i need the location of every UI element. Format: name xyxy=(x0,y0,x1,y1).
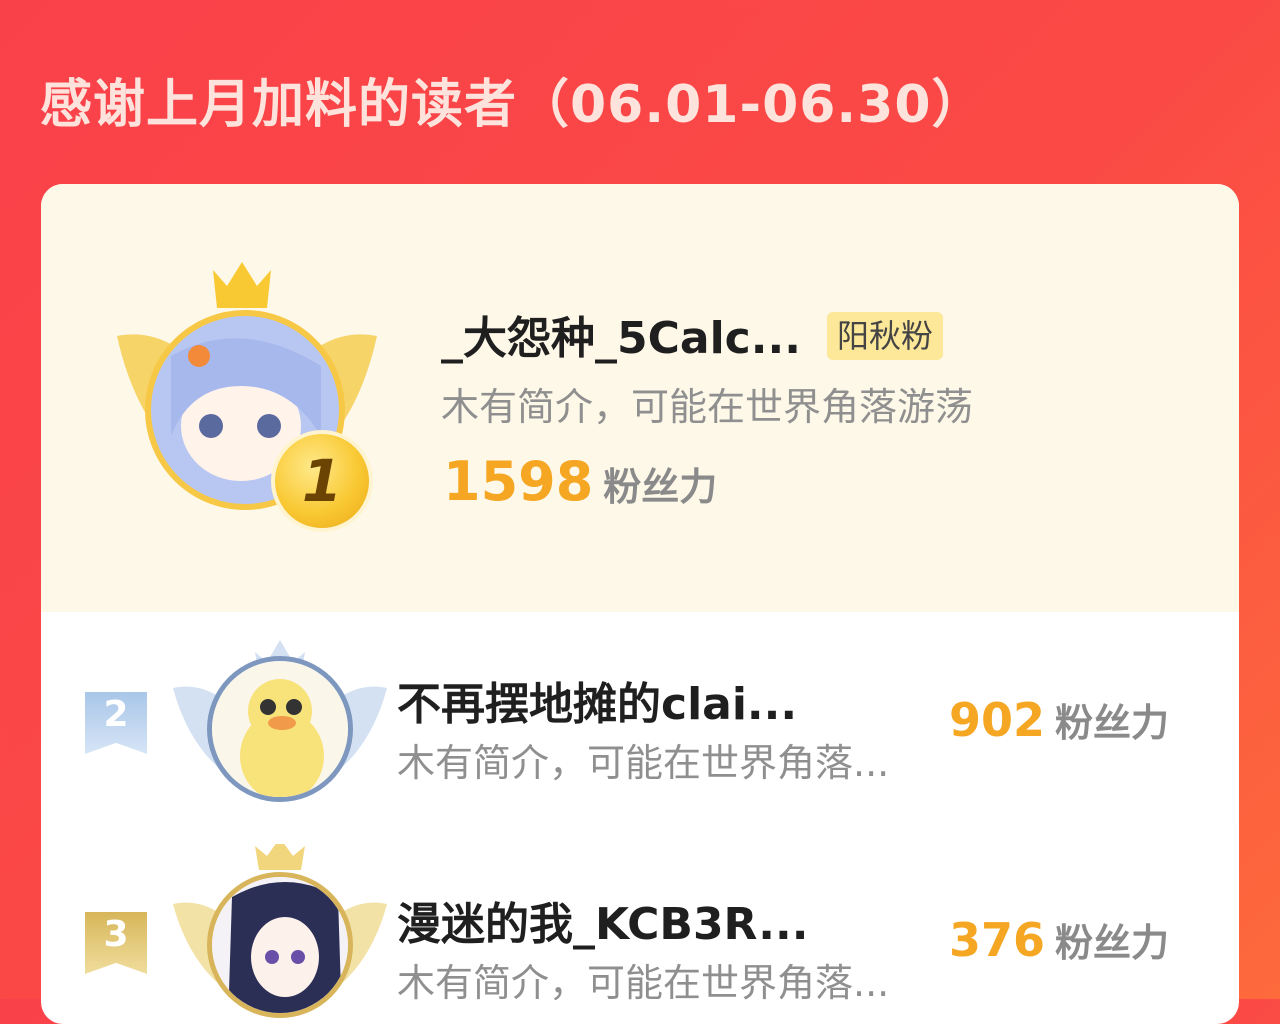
page-title: 感谢上月加料的读者（06.01-06.30） xyxy=(40,75,985,135)
crown-icon xyxy=(213,262,271,308)
reader-name[interactable]: _大怨种_5Calc... xyxy=(441,302,801,366)
fan-power-value: 902 xyxy=(948,693,1045,747)
fan-power-value: 1598 xyxy=(443,450,594,513)
avatar[interactable] xyxy=(207,872,353,1018)
rank-flag: 3 xyxy=(85,912,147,974)
reader-name[interactable]: 漫迷的我_KCB3R... xyxy=(397,888,808,952)
reader-bio: 木有简介，可能在世界角落... xyxy=(397,741,890,785)
top-reader-panel[interactable]: 1 _大怨种_5Calc... 阳秋粉 木有简介，可能在世界角落游荡 1598 粉… xyxy=(41,184,1239,612)
rank-flag: 2 xyxy=(85,692,147,754)
fan-badge: 阳秋粉 xyxy=(827,312,944,360)
fan-power-unit: 粉丝力 xyxy=(1054,701,1169,745)
list-item[interactable]: 2 不再摆地摊的clai... 木有简介，可能在世界角落... 902 粉丝力 xyxy=(41,620,1239,840)
avatar[interactable] xyxy=(207,656,353,802)
fan-power: 902 粉丝力 xyxy=(949,692,1169,747)
fan-power: 1598 粉丝力 xyxy=(443,450,717,513)
reader-bio: 木有简介，可能在世界角落游荡 xyxy=(441,385,974,429)
reader-ranking-card: 1 _大怨种_5Calc... 阳秋粉 木有简介，可能在世界角落游荡 1598 粉… xyxy=(41,184,1239,1024)
rank-medal: 1 xyxy=(271,430,373,532)
list-item[interactable]: 3 漫迷的我_KCB3R... 木有简介，可能在世界角落... 376 粉丝力 xyxy=(41,840,1239,1024)
reader-name[interactable]: 不再摆地摊的clai... xyxy=(397,668,797,732)
fan-power-value: 376 xyxy=(948,913,1045,967)
fan-power-unit: 粉丝力 xyxy=(603,465,718,509)
fan-power: 376 粉丝力 xyxy=(949,912,1169,967)
fan-power-unit: 粉丝力 xyxy=(1054,921,1169,965)
